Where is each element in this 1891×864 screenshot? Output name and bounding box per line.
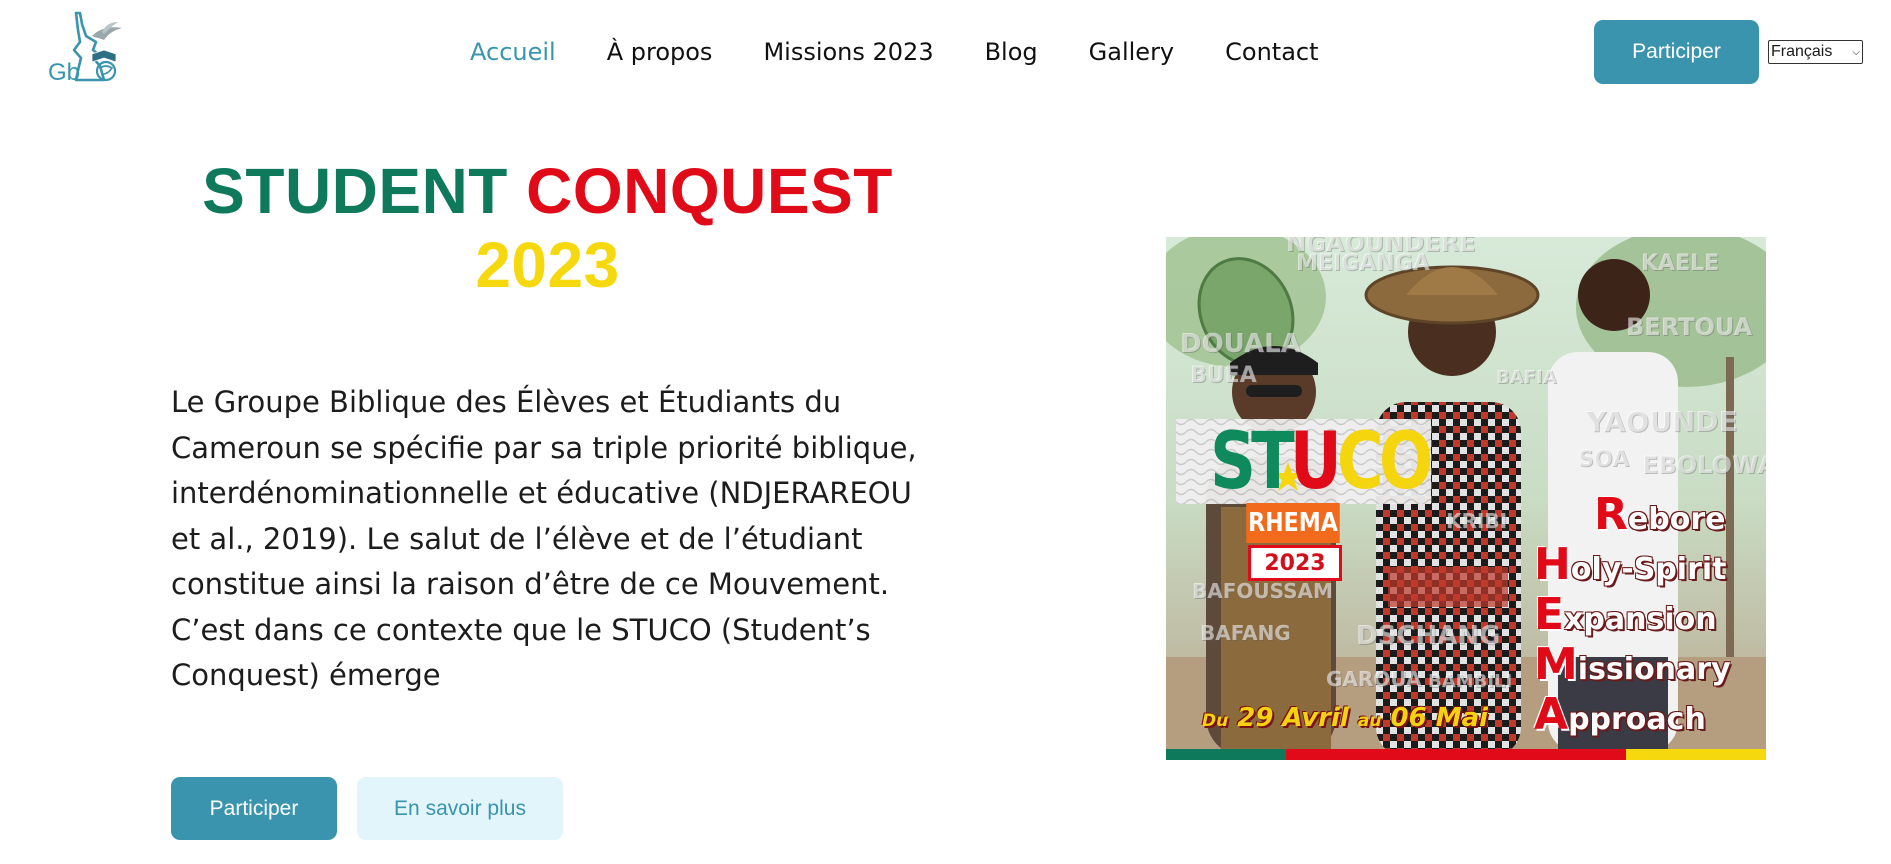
poster-city: BAFANG — [1200, 621, 1291, 645]
poster-city: KAELE — [1641, 251, 1720, 276]
poster-city: MEIGANGA — [1296, 251, 1430, 276]
poster-date: Du 29 Avril au 06 Mai — [1202, 703, 1489, 733]
main-nav: Accueil À propos Missions 2023 Blog Gall… — [470, 34, 1370, 70]
poster-city: BAMBILI — [1428, 671, 1513, 692]
chevron-down-icon: ⌵ — [1852, 46, 1860, 58]
poster-city: GAROUA — [1326, 667, 1422, 691]
nav-item-gallery[interactable]: Gallery — [1089, 38, 1174, 66]
poster-city: BAFIA — [1496, 367, 1557, 388]
acrostic-line: Holy-Spirit — [1534, 539, 1727, 590]
acrostic-line: Rebore — [1594, 489, 1726, 540]
hero-title-year: 2023 — [475, 229, 620, 301]
language-select[interactable]: Français ⌵ — [1768, 40, 1863, 64]
hero-title-conquest: CONQUEST — [526, 155, 893, 227]
language-select-value: Français — [1771, 43, 1833, 60]
flag-stripe — [1166, 749, 1766, 760]
poster-stuco-logo: STUCO — [1210, 417, 1433, 507]
en-savoir-plus-button[interactable]: En savoir plus — [357, 777, 563, 840]
participer-button[interactable]: Participer — [171, 777, 337, 840]
hero-description: Le Groupe Biblique des Élèves et Étudian… — [171, 385, 917, 692]
poster-city: DOUALA — [1180, 329, 1301, 359]
poster-city: BUEA — [1190, 363, 1257, 388]
poster-acrostic: Rebore Holy-Spirit Expansion Missionary … — [1534, 492, 1731, 742]
stuco-rhema-poster: NGAOUNDERE MEIGANGA KAELE DOUALA BERTOUA… — [1166, 237, 1766, 760]
nav-item-contact[interactable]: Contact — [1225, 38, 1318, 66]
nav-item-missions-2023[interactable]: Missions 2023 — [763, 38, 933, 66]
hero-title-student: STUDENT — [202, 155, 508, 227]
poster-city: YAOUNDE — [1586, 405, 1738, 438]
nav-item-accueil[interactable]: Accueil — [470, 38, 556, 66]
poster-city: SOA — [1578, 447, 1629, 472]
poster-city: BAFOUSSAM — [1192, 579, 1333, 603]
svg-text:Gb: Gb — [48, 59, 80, 86]
poster-city: BERTOUA — [1626, 313, 1753, 341]
nav-item-a-propos[interactable]: À propos — [607, 38, 713, 66]
hero-title: STUDENT CONQUEST 2023 — [160, 154, 935, 302]
acrostic-line: Approach — [1534, 689, 1706, 740]
poster-city: EBOLOWA — [1642, 451, 1766, 479]
gbeec-logo[interactable]: Gb — [46, 10, 128, 90]
acrostic-line: Missionary — [1534, 639, 1731, 690]
poster-rhema-label: RHEMA — [1246, 503, 1340, 543]
poster-city: KRIBI — [1446, 509, 1508, 533]
nav-item-blog[interactable]: Blog — [985, 38, 1038, 66]
header-participer-button[interactable]: Participer — [1594, 20, 1759, 84]
site-header: Gb Accueil À propos Missions 2023 Blog G… — [0, 0, 1891, 104]
poster-city: DSCHANG — [1356, 621, 1501, 651]
acrostic-line: Expansion — [1534, 589, 1717, 640]
poster-year-badge: 2023 — [1248, 545, 1342, 581]
